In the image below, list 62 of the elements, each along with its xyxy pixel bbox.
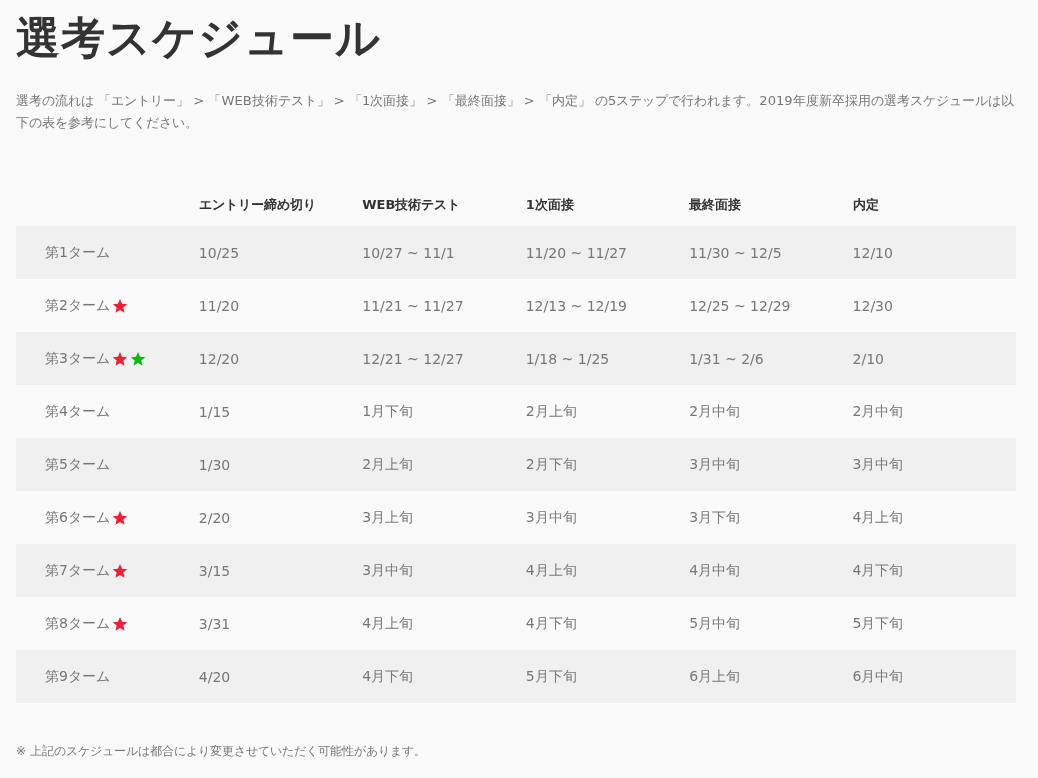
table-cell-text: 3/15 (198, 562, 232, 579)
term-label: 第7ターム (45, 561, 110, 580)
column-header: WEB技術テスト (362, 196, 462, 214)
table-cell-text: 11/20 (198, 297, 241, 314)
table-cell-text: 2/10 (852, 350, 886, 367)
table-cell-text: 3/31 (198, 615, 232, 632)
column-header: 1次面接 (525, 196, 575, 214)
intro-paragraph: 選考の流れは 「エントリー」 > 「WEB技術テスト」 > 「1次面接」 > 「最終面接」 > 「内定」 の5ステップで行われます。2019年度新卒採用の選考スケジュールは以下の表を参考にしてください。 (16, 92, 1015, 132)
term-label: 第2ターム (45, 296, 110, 315)
table-cell-text: 2月上旬 (362, 455, 415, 474)
column-header: 最終面接 (689, 196, 743, 214)
term-label: 第9ターム (45, 667, 110, 686)
table-cell-text: 2月中旬 (852, 402, 905, 421)
table-cell-text: 2月上旬 (525, 402, 578, 421)
table-cell-text: 3月中旬 (525, 508, 578, 527)
table-cell-text: 6月上旬 (689, 667, 742, 686)
page-title: 選考スケジュール (16, 11, 382, 65)
table-cell-text: 1/31 ~ 2/6 (689, 350, 765, 367)
table-cell-text: 3月中旬 (689, 455, 742, 474)
table-cell-text: 4月上旬 (525, 561, 578, 580)
table-cell-text: 5月中旬 (689, 614, 742, 633)
table-cell-text: 4月下旬 (362, 667, 415, 686)
footnote: ※ 上記のスケジュールは都合により変更させていただく可能性があります。 (16, 743, 427, 760)
table-cell-text: 12/10 (852, 244, 894, 261)
table-cell-text: 11/21 ~ 11/27 (362, 297, 465, 314)
table-cell-text: 1/30 (198, 456, 232, 473)
table-cell-text: 10/27 ~ 11/1 (362, 244, 456, 261)
term-label: 第1ターム (45, 243, 110, 262)
term-label: 第5ターム (45, 455, 110, 474)
term-label: 第3ターム (45, 349, 110, 368)
table-cell-text: 12/30 (852, 297, 894, 314)
table-cell-text: 2月下旬 (525, 455, 578, 474)
term-label: 第6ターム (45, 508, 110, 527)
table-cell-text: 2/20 (198, 509, 232, 526)
table-cell-text: 10/25 (198, 244, 241, 261)
table-cell-text: 4月下旬 (852, 561, 905, 580)
table-cell-text: 1月下旬 (362, 402, 415, 421)
column-header: エントリー締め切り (198, 196, 317, 214)
table-cell-text: 12/13 ~ 12/19 (525, 297, 629, 314)
column-header: 内定 (852, 196, 880, 214)
table-cell-text: 4月上旬 (852, 508, 905, 527)
table-cell-text: 12/21 ~ 12/27 (362, 350, 465, 367)
table-cell-text: 3月中旬 (362, 561, 415, 580)
table-cell-text: 3月上旬 (362, 508, 415, 527)
term-label: 第8ターム (45, 614, 110, 633)
table-cell-text: 4月上旬 (362, 614, 415, 633)
table-cell-text: 4月中旬 (689, 561, 742, 580)
table-cell-text: 12/20 (198, 350, 241, 367)
table-cell-text: 3月下旬 (689, 508, 742, 527)
table-cell-text: 5月下旬 (852, 614, 905, 633)
table-cell-text: 3月中旬 (852, 455, 905, 474)
table-cell-text: 11/20 ~ 11/27 (525, 244, 629, 261)
table-cell-text: 4/20 (198, 668, 232, 685)
table-cell-text: 1/15 (198, 403, 232, 420)
table-cell-text: 5月下旬 (525, 667, 578, 686)
table-cell-text: 6月中旬 (852, 667, 905, 686)
table-cell-text: 1/18 ~ 1/25 (525, 350, 611, 367)
table-cell-text: 2月中旬 (689, 402, 742, 421)
table-cell-text: 4月下旬 (525, 614, 578, 633)
table-cell-text: 12/25 ~ 12/29 (689, 297, 792, 314)
table-cell-text: 11/30 ~ 12/5 (689, 244, 783, 261)
term-label: 第4ターム (45, 402, 110, 421)
